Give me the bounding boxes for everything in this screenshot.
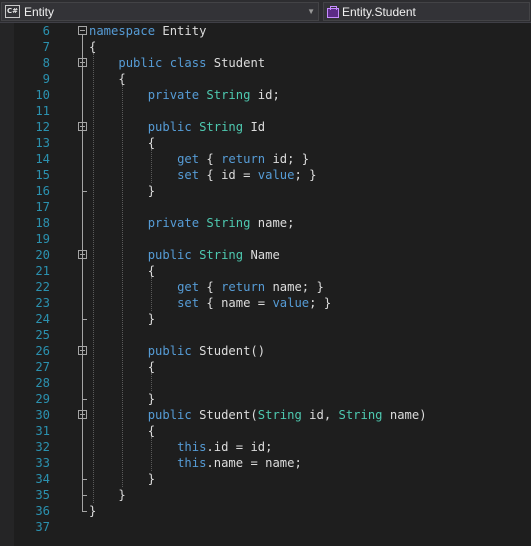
- line-number: 20: [35, 248, 50, 262]
- line-number: 28: [35, 376, 50, 390]
- type-dropdown[interactable]: Entity.Student: [323, 2, 530, 21]
- code-editor[interactable]: 6 namespace Entity 7{8 public class Studen…: [0, 23, 531, 546]
- outline-line: [82, 35, 83, 511]
- chevron-down-icon: ▼: [307, 7, 315, 16]
- csharp-file-icon: C#: [5, 5, 20, 18]
- code-line[interactable]: 37: [0, 519, 531, 535]
- outline-end-tick: [82, 191, 87, 192]
- indent-guide: [151, 277, 152, 311]
- line-code: public String Id: [147, 120, 266, 134]
- code-line[interactable]: 25: [0, 327, 531, 343]
- line-number: 21: [35, 264, 50, 278]
- indent-guide: [151, 149, 152, 183]
- line-code: private String name;: [147, 216, 295, 230]
- line-code: public Student(String id, String name): [147, 408, 427, 422]
- code-line[interactable]: 9 {: [0, 71, 531, 87]
- line-code: this.name = name;: [177, 456, 302, 470]
- line-number: 15: [35, 168, 50, 182]
- line-number: 30: [35, 408, 50, 422]
- line-code: public String Name: [147, 248, 280, 262]
- line-number: 35: [35, 488, 50, 502]
- line-number: 10: [35, 88, 50, 102]
- line-number: 33: [35, 456, 50, 470]
- line-number: 6: [42, 24, 50, 38]
- line-number: 29: [35, 392, 50, 406]
- code-line[interactable]: 36}: [0, 503, 531, 519]
- code-line[interactable]: 19: [0, 231, 531, 247]
- code-line[interactable]: 11: [0, 103, 531, 119]
- collapse-outline-icon[interactable]: [78, 26, 87, 35]
- code-line[interactable]: 35 }: [0, 487, 531, 503]
- line-number: 16: [35, 184, 50, 198]
- code-line[interactable]: 16 }: [0, 183, 531, 199]
- line-number: 8: [42, 56, 50, 70]
- code-line[interactable]: 14 get { return id; }: [0, 151, 531, 167]
- line-number: 37: [35, 520, 50, 534]
- code-line[interactable]: 33 this.name = name;: [0, 455, 531, 471]
- line-number: 24: [35, 312, 50, 326]
- line-code: this.id = id;: [177, 440, 273, 454]
- code-line[interactable]: 34 }: [0, 471, 531, 487]
- project-dropdown-label: Entity: [24, 4, 55, 19]
- code-line[interactable]: 31 {: [0, 423, 531, 439]
- code-line[interactable]: 32 this.id = id;: [0, 439, 531, 455]
- code-line[interactable]: 13 {: [0, 135, 531, 151]
- code-line[interactable]: 15 set { id = value; }: [0, 167, 531, 183]
- line-number: 19: [35, 232, 50, 246]
- code-line[interactable]: 10 private String id;: [0, 87, 531, 103]
- line-number: 9: [42, 72, 50, 86]
- line-code: {: [89, 72, 126, 86]
- line-code: get { return name; }: [177, 280, 324, 294]
- line-number: 23: [35, 296, 50, 310]
- indent-guide: [151, 373, 152, 391]
- navigation-bar: C# Entity ▼ Entity.Student: [0, 0, 531, 23]
- line-code: set { id = value; }: [177, 168, 317, 182]
- code-line[interactable]: 29 }: [0, 391, 531, 407]
- line-number: 32: [35, 440, 50, 454]
- indent-guide: [122, 85, 123, 487]
- indent-guide: [151, 437, 152, 471]
- line-code: }: [89, 488, 126, 502]
- line-number: 31: [35, 424, 50, 438]
- line-number: 18: [35, 216, 50, 230]
- line-number: 12: [35, 120, 50, 134]
- code-line[interactable]: 18 private String name;: [0, 215, 531, 231]
- outline-end-tick: [82, 399, 87, 400]
- code-line[interactable]: 17: [0, 199, 531, 215]
- line-code: namespace Entity: [89, 24, 207, 38]
- line-number: 26: [35, 344, 50, 358]
- line-number: 22: [35, 280, 50, 294]
- line-number: 34: [35, 472, 50, 486]
- line-number: 25: [35, 328, 50, 342]
- code-line[interactable]: 27 {: [0, 359, 531, 375]
- line-number: 13: [35, 136, 50, 150]
- line-number: 36: [35, 504, 50, 518]
- line-number: 27: [35, 360, 50, 374]
- code-line[interactable]: 28: [0, 375, 531, 391]
- outline-end-tick: [82, 479, 87, 480]
- line-number: 14: [35, 152, 50, 166]
- line-number: 17: [35, 200, 50, 214]
- project-dropdown[interactable]: C# Entity ▼: [1, 2, 319, 21]
- outline-end-tick: [82, 319, 87, 320]
- line-code: public Student(): [147, 344, 266, 358]
- indent-guide: [93, 53, 94, 503]
- code-line[interactable]: 7{: [0, 39, 531, 55]
- line-code: set { name = value; }: [177, 296, 332, 310]
- outline-end-tick: [82, 511, 87, 512]
- outline-end-tick: [82, 495, 87, 496]
- code-line[interactable]: 21 {: [0, 263, 531, 279]
- class-icon: [326, 5, 339, 18]
- type-dropdown-label: Entity.Student: [342, 4, 416, 19]
- line-code: public class Student: [118, 56, 266, 70]
- line-number: 7: [42, 40, 50, 54]
- line-number: 11: [35, 104, 50, 118]
- line-code: }: [89, 504, 97, 518]
- line-code: private String id;: [147, 88, 280, 102]
- code-line[interactable]: 24 }: [0, 311, 531, 327]
- code-line[interactable]: 22 get { return name; }: [0, 279, 531, 295]
- code-line[interactable]: 23 set { name = value; }: [0, 295, 531, 311]
